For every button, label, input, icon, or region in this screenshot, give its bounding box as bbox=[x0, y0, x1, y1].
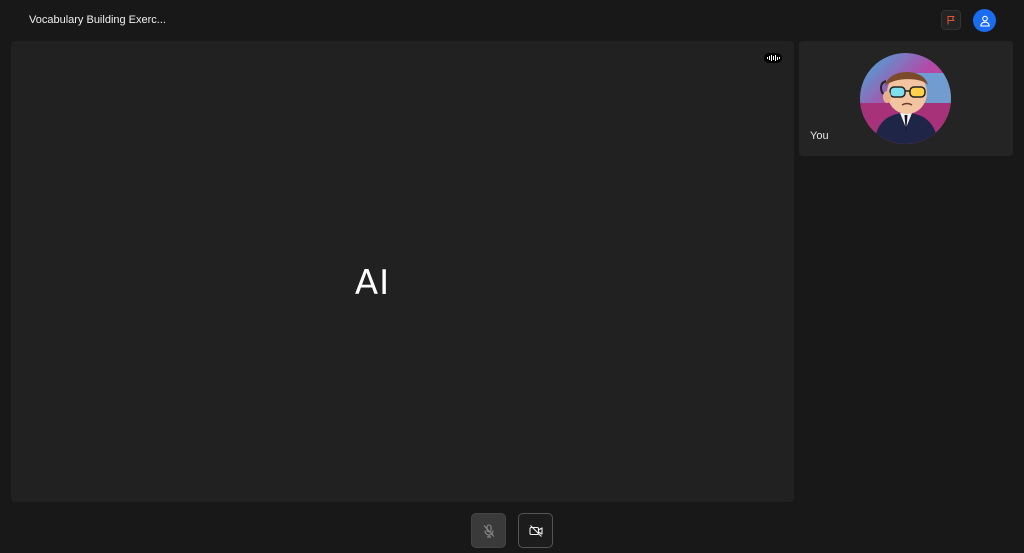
mic-off-icon bbox=[483, 523, 494, 538]
ai-video-tile: AI bbox=[11, 41, 794, 502]
ai-participant-label: AI bbox=[354, 263, 391, 303]
top-bar: Vocabulary Building Exerc... bbox=[0, 0, 1024, 41]
self-participant-label: You bbox=[810, 130, 829, 142]
profile-button[interactable] bbox=[973, 9, 996, 32]
session-title: Vocabulary Building Exerc... bbox=[29, 14, 166, 26]
toggle-camera-button[interactable] bbox=[518, 513, 553, 548]
flag-icon bbox=[947, 16, 955, 25]
report-button[interactable] bbox=[941, 10, 961, 30]
audio-wave-icon bbox=[764, 53, 782, 63]
user-icon bbox=[979, 15, 990, 27]
avatar-image bbox=[860, 53, 951, 144]
avatar bbox=[860, 53, 951, 144]
call-controls bbox=[0, 513, 1024, 549]
self-video-tile: You bbox=[799, 41, 1013, 156]
mute-microphone-button[interactable] bbox=[471, 513, 506, 548]
camera-off-icon bbox=[528, 524, 543, 537]
